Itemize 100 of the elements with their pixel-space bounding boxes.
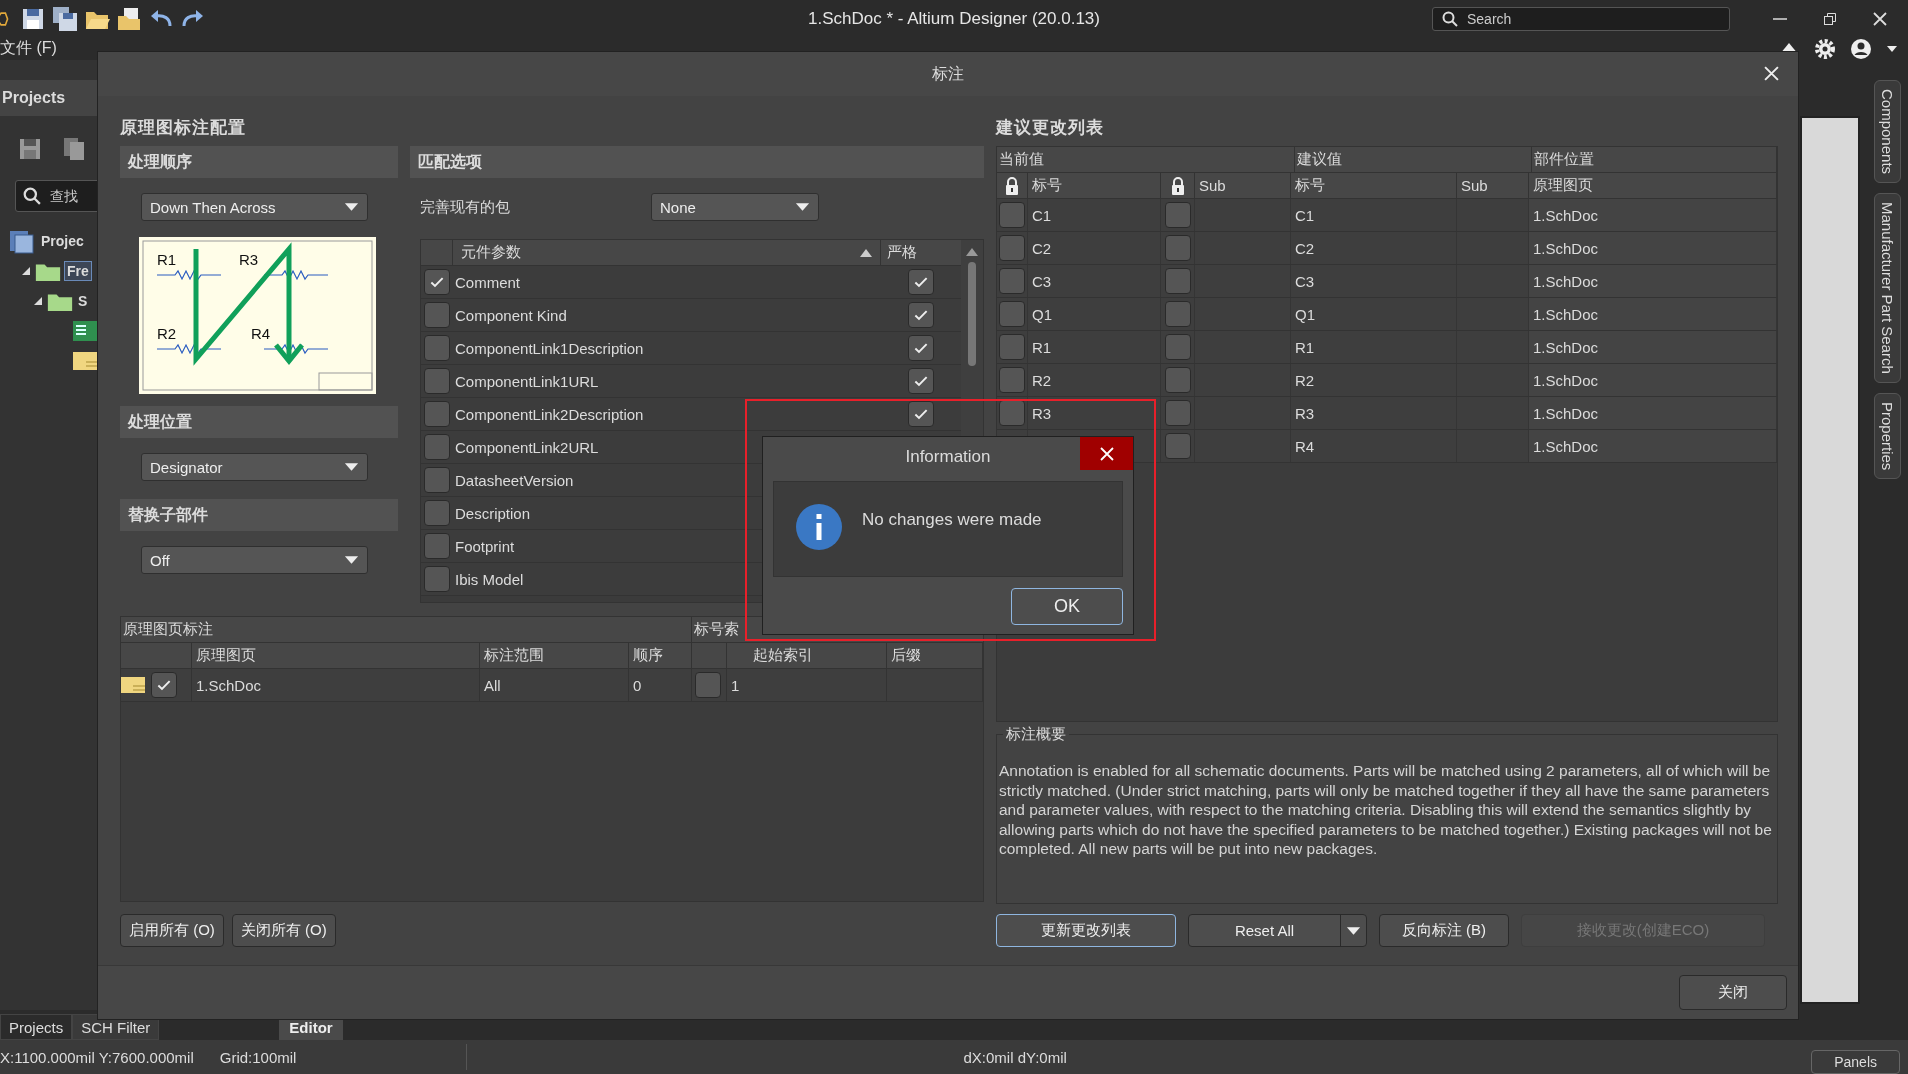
column-header[interactable]: Sub [1195,173,1291,198]
checkbox[interactable] [1164,433,1191,459]
side-tab[interactable]: Properties [1873,392,1901,480]
scrollbar-thumb[interactable] [968,262,976,366]
checkbox[interactable] [1164,400,1191,426]
column-header[interactable]: Sub [1457,173,1529,198]
save-all-icon[interactable] [52,5,78,32]
dropdown[interactable]: Designator [141,453,368,481]
parameter-name: Comment [455,273,521,291]
list-row[interactable]: Component Kind [421,299,961,332]
search-field[interactable]: 查找 [15,180,97,212]
column-header[interactable]: 元件参数 [453,240,881,265]
close-button[interactable]: 关闭 [1679,975,1787,1010]
checkbox[interactable] [424,269,450,295]
checkbox[interactable] [1164,268,1191,294]
checkbox[interactable] [1164,235,1191,261]
checkbox[interactable] [1164,367,1191,393]
column-header[interactable]: 原理图页 [192,643,480,668]
checkbox[interactable] [424,302,450,328]
sort-icon [860,248,872,257]
caret-icon [795,202,810,212]
list-row[interactable]: ComponentLink1URL [421,365,961,398]
checkbox[interactable] [908,368,934,394]
column-header[interactable]: 标号 [1028,173,1161,198]
checkbox[interactable] [424,434,450,460]
checkbox[interactable] [908,269,934,295]
table-cell: R2 [1032,371,1052,389]
checkbox[interactable] [999,202,1025,228]
panel-tab[interactable]: Projects [0,1014,73,1040]
checkbox[interactable] [695,672,721,698]
table-cell: C1 [1291,199,1457,231]
action-button[interactable]: 更新更改列表 [996,914,1176,947]
table-cell: 1.SchDoc [1529,298,1777,330]
resistor-label: R3 [239,251,259,268]
column-header[interactable]: 标注范围 [480,643,629,668]
checkbox[interactable] [999,235,1025,261]
expand-icon[interactable] [32,295,44,307]
checkbox[interactable] [424,500,450,526]
folder-icon[interactable] [116,5,142,32]
checkbox[interactable] [424,566,450,592]
tree-item[interactable]: Projec [39,232,86,250]
toggle-all-button[interactable]: 关闭所有 (O) [231,914,336,947]
dropdown[interactable]: Down Then Across [141,193,368,221]
column-header[interactable]: 起始索引 [727,643,887,668]
column-header[interactable]: 后缀 [887,643,983,668]
checkbox[interactable] [999,334,1025,360]
column-header[interactable]: 顺序 [629,643,692,668]
caret-icon [1346,925,1361,936]
checkbox[interactable] [908,335,934,361]
checkbox[interactable] [1164,334,1191,360]
menu-item[interactable]: 文件 (F) [0,38,65,59]
checkbox[interactable] [999,367,1025,393]
checkbox[interactable] [999,400,1025,426]
checkbox[interactable] [908,401,934,427]
checkbox[interactable] [424,335,450,361]
column-header[interactable]: 标号 [1291,173,1457,198]
side-tab[interactable]: Manufacturer Part Search [1873,193,1901,383]
dropdown[interactable]: None [651,193,819,221]
dropdown[interactable]: Off [141,546,368,574]
table-cell: All [480,669,629,701]
tree-item[interactable]: Fre [64,261,92,281]
list-row[interactable]: ComponentLink1Description [421,332,961,365]
reset-button[interactable]: Reset All [1188,914,1367,947]
ok-button[interactable]: OK [1011,588,1123,625]
table-cell: R1 [1032,338,1052,356]
table-cell: R3 [1291,397,1457,429]
side-tab[interactable]: Components [1873,80,1901,184]
column-header[interactable]: 严格 [881,240,961,265]
checkbox[interactable] [424,467,450,493]
list-row[interactable]: Comment [421,266,961,299]
column-header[interactable]: 原理图页 [1529,173,1777,198]
sheet-icon [121,676,145,694]
checkbox[interactable] [999,301,1025,327]
checkbox[interactable] [999,268,1025,294]
search-field[interactable]: Search [1432,6,1730,31]
user-icon[interactable] [1850,37,1872,60]
table-cell: Q1 [1291,298,1457,330]
copy-icon[interactable] [62,136,86,162]
checkbox[interactable] [424,533,450,559]
action-button[interactable]: 反向标注 (B) [1379,914,1509,947]
caret-icon [344,202,359,212]
checkbox[interactable] [1164,301,1191,327]
close-button[interactable] [1080,437,1133,470]
panels-button[interactable]: Panels [1811,1050,1900,1074]
panel-title: Projects [2,89,66,107]
scroll-up-icon[interactable] [966,248,978,256]
parameter-name: DatasheetVersion [455,471,574,489]
settings-icon[interactable] [1814,37,1836,60]
tree-item[interactable]: S [76,292,90,310]
table-cell: R2 [1291,364,1457,396]
parameter-name: ComponentLink1URL [455,372,599,390]
checkbox[interactable] [424,368,450,394]
checkbox[interactable] [424,401,450,427]
checkbox[interactable] [151,672,177,698]
expand-icon[interactable] [20,265,32,277]
group-title: 标注概要 [1003,725,1069,744]
list-row[interactable]: ComponentLink2Description [421,398,961,431]
checkbox[interactable] [908,302,934,328]
toggle-all-button[interactable]: 启用所有 (O) [120,914,224,947]
checkbox[interactable] [1164,202,1191,228]
